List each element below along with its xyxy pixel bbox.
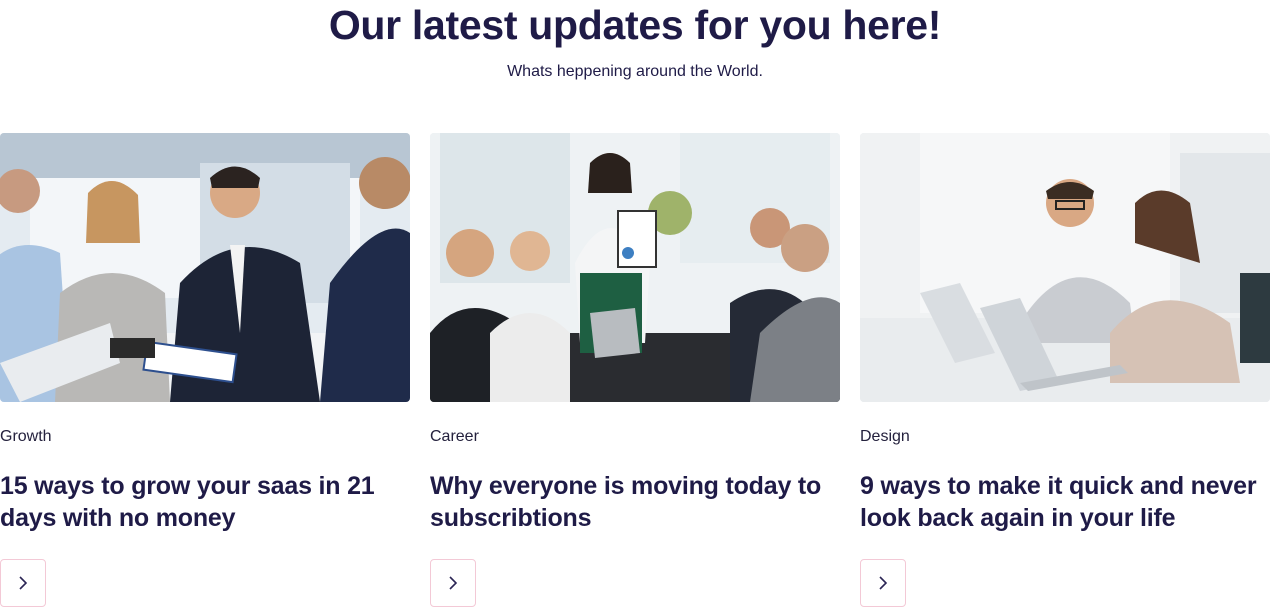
read-more-button[interactable] [860,559,906,607]
post-image[interactable] [0,133,410,402]
post-title[interactable]: 15 ways to grow your saas in 21 days wit… [0,470,405,534]
post-category[interactable]: Growth [0,427,52,447]
blog-section: Our latest updates for you here! Whats h… [0,0,1270,609]
post-category[interactable]: Career [430,427,479,447]
post-image[interactable] [430,133,840,402]
section-title: Our latest updates for you here! [328,2,942,48]
post-title[interactable]: Why everyone is moving today to subscrib… [430,470,835,534]
chevron-right-icon [449,576,458,590]
post-card-design: Design 9 ways to make it quick and never… [860,133,1270,609]
read-more-button[interactable] [0,559,46,607]
post-cards: Growth 15 ways to grow your saas in 21 d… [0,133,1270,609]
post-image[interactable] [860,133,1270,402]
laptops-photo [860,133,1270,402]
section-subtitle: Whats heppening around the World. [507,63,763,80]
read-more-button[interactable] [430,559,476,607]
chevron-right-icon [19,576,28,590]
chevron-right-icon [879,576,888,590]
meeting-photo [0,133,410,402]
post-category[interactable]: Design [860,427,910,447]
post-title[interactable]: 9 ways to make it quick and never look b… [860,470,1265,534]
presentation-photo [430,133,840,402]
post-card-growth: Growth 15 ways to grow your saas in 21 d… [0,133,410,609]
post-card-career: Career Why everyone is moving today to s… [430,133,840,609]
